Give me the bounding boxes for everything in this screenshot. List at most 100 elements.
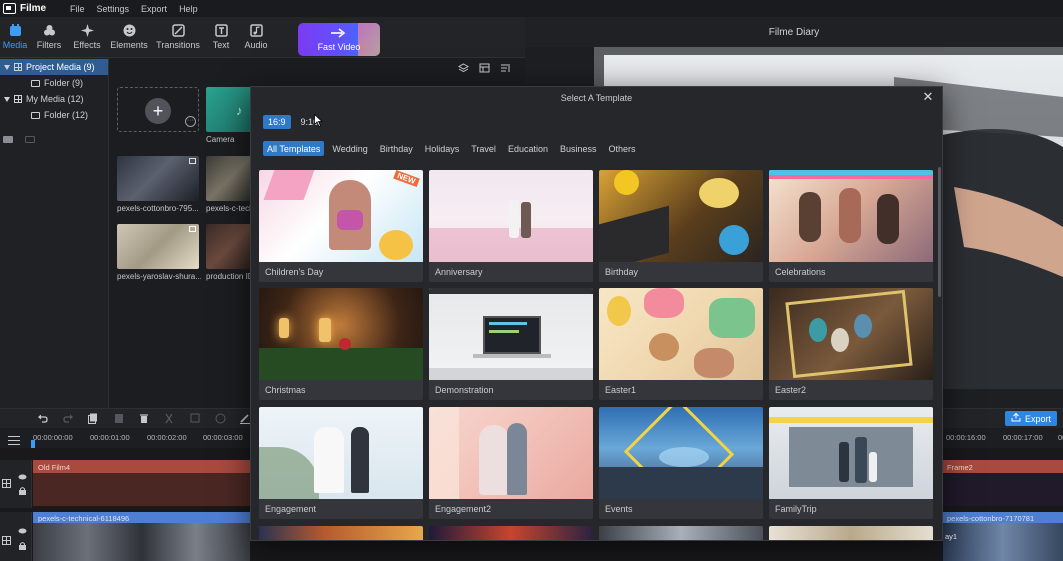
media-clip[interactable] (117, 156, 199, 201)
template-card[interactable]: Engagement (259, 407, 423, 519)
crop-icon[interactable] (190, 413, 200, 427)
template-card[interactable] (599, 526, 763, 540)
tool-audio[interactable]: Audio (238, 16, 274, 57)
playhead-marker[interactable] (31, 440, 35, 448)
menu-help[interactable]: Help (177, 4, 200, 14)
tool-effects[interactable]: Effects (68, 16, 106, 57)
template-card[interactable] (769, 526, 933, 540)
eye-icon[interactable] (18, 526, 27, 537)
audio-icon (249, 23, 263, 37)
tool-elements-label: Elements (110, 39, 148, 50)
eye-icon[interactable] (18, 472, 27, 483)
template-card[interactable] (429, 526, 593, 540)
close-icon[interactable]: ✕ (921, 90, 935, 104)
template-card[interactable]: Easter1 (599, 288, 763, 400)
paste-icon[interactable] (114, 413, 124, 427)
tool-effects-label: Effects (73, 39, 101, 50)
template-scrollbar[interactable] (938, 167, 941, 297)
folder-outline-icon[interactable] (25, 135, 35, 146)
menu-file[interactable]: File (68, 4, 87, 14)
menu-icon[interactable] (8, 436, 20, 445)
ruler-tick: 00:00:17:00 (1003, 433, 1043, 442)
tool-text-label: Text (212, 39, 230, 50)
caret-down-icon[interactable] (4, 64, 10, 70)
menu-settings[interactable]: Settings (95, 4, 132, 14)
template-card[interactable] (259, 526, 423, 540)
fast-video-button[interactable]: Fast Video (298, 23, 380, 56)
tool-elements[interactable]: Elements (106, 16, 152, 57)
more-options-icon[interactable]: ··· (185, 116, 196, 127)
media-clip[interactable] (117, 224, 199, 269)
export-button[interactable]: Export (1005, 411, 1057, 426)
grid-icon (14, 95, 22, 103)
template-card[interactable]: NEW Children's Day (259, 170, 423, 282)
template-label: Anniversary (435, 267, 483, 277)
media-tree: Project Media (9) Folder (9) My Media (1… (0, 58, 109, 408)
redo-icon[interactable] (63, 413, 74, 426)
tab-birthday[interactable]: Birthday (376, 141, 417, 156)
media-clip[interactable] (206, 156, 254, 201)
main-toolbar: Media Filters Effects Elements Transitio… (0, 17, 525, 58)
tool-media[interactable]: Media (0, 16, 30, 57)
tree-item-folder[interactable]: Folder (12) (0, 107, 108, 123)
menu-export[interactable]: Export (139, 4, 169, 14)
template-card[interactable]: Demonstration (429, 288, 593, 400)
app-logo: Filme (0, 3, 60, 14)
lock-icon[interactable] (19, 487, 26, 498)
template-card[interactable]: Birthday (599, 170, 763, 282)
tool-text[interactable]: Text (204, 16, 238, 57)
template-card[interactable]: Anniversary (429, 170, 593, 282)
layers-icon[interactable] (457, 63, 470, 76)
tab-wedding[interactable]: Wedding (328, 141, 371, 156)
tree-item-folder[interactable]: Folder (9) (0, 75, 108, 91)
ruler-tick: 00:00:16:00 (946, 433, 986, 442)
camera-thumbnail[interactable]: ♪ (206, 87, 254, 132)
template-thumbnail (429, 288, 593, 380)
split-icon[interactable] (164, 413, 174, 427)
fast-video-label: Fast Video (317, 41, 361, 52)
tab-travel[interactable]: Travel (467, 141, 500, 156)
sort-icon[interactable] (500, 63, 511, 76)
copy-icon[interactable] (88, 413, 98, 427)
tool-filters[interactable]: Filters (30, 16, 68, 57)
template-card[interactable]: FamilyTrip (769, 407, 933, 519)
tab-others[interactable]: Others (605, 141, 640, 156)
template-label: Easter1 (605, 385, 637, 395)
undo-icon[interactable] (37, 413, 48, 426)
new-badge: NEW (393, 170, 420, 187)
template-card[interactable]: Events (599, 407, 763, 519)
tree-item-my-media[interactable]: My Media (12) (0, 91, 108, 107)
template-card[interactable]: Christmas (259, 288, 423, 400)
edit-icon[interactable] (240, 413, 250, 427)
tool-transitions[interactable]: Transitions (152, 16, 204, 57)
tree-item-label: My Media (12) (26, 94, 84, 104)
media-clip[interactable] (206, 224, 254, 269)
view-grid-icon[interactable] (479, 63, 490, 76)
template-label: Christmas (265, 385, 306, 395)
template-label: Engagement (265, 504, 317, 514)
clip-type-icon (189, 226, 196, 232)
template-card[interactable]: Easter2 (769, 288, 933, 400)
overlay-clip-label: Old Film4 (38, 463, 71, 472)
text-icon (214, 23, 228, 37)
tab-all-templates[interactable]: All Templates (263, 141, 325, 156)
template-card[interactable]: Celebrations (769, 170, 933, 282)
lock-icon[interactable] (19, 542, 26, 553)
delete-icon[interactable] (139, 413, 149, 427)
new-folder-icon[interactable] (3, 135, 13, 146)
import-media-button[interactable]: + ··· (117, 87, 199, 132)
tree-item-label: Folder (12) (44, 110, 89, 120)
tab-holidays[interactable]: Holidays (421, 141, 464, 156)
tab-education[interactable]: Education (504, 141, 552, 156)
media-clip-label: pexels-c-tech... (206, 204, 252, 213)
tab-business[interactable]: Business (556, 141, 601, 156)
caret-down-icon[interactable] (4, 96, 10, 102)
speed-icon[interactable] (215, 413, 226, 427)
fast-forward-icon (331, 27, 347, 40)
tree-item-label: Project Media (9) (26, 62, 95, 72)
template-card[interactable]: Engagement2 (429, 407, 593, 519)
tree-item-project-media[interactable]: Project Media (9) (0, 59, 108, 75)
menu-bar: Filme File Settings Export Help (0, 0, 1063, 17)
ratio-16-9[interactable]: 16:9 (263, 115, 291, 129)
folder-icon (31, 79, 40, 87)
